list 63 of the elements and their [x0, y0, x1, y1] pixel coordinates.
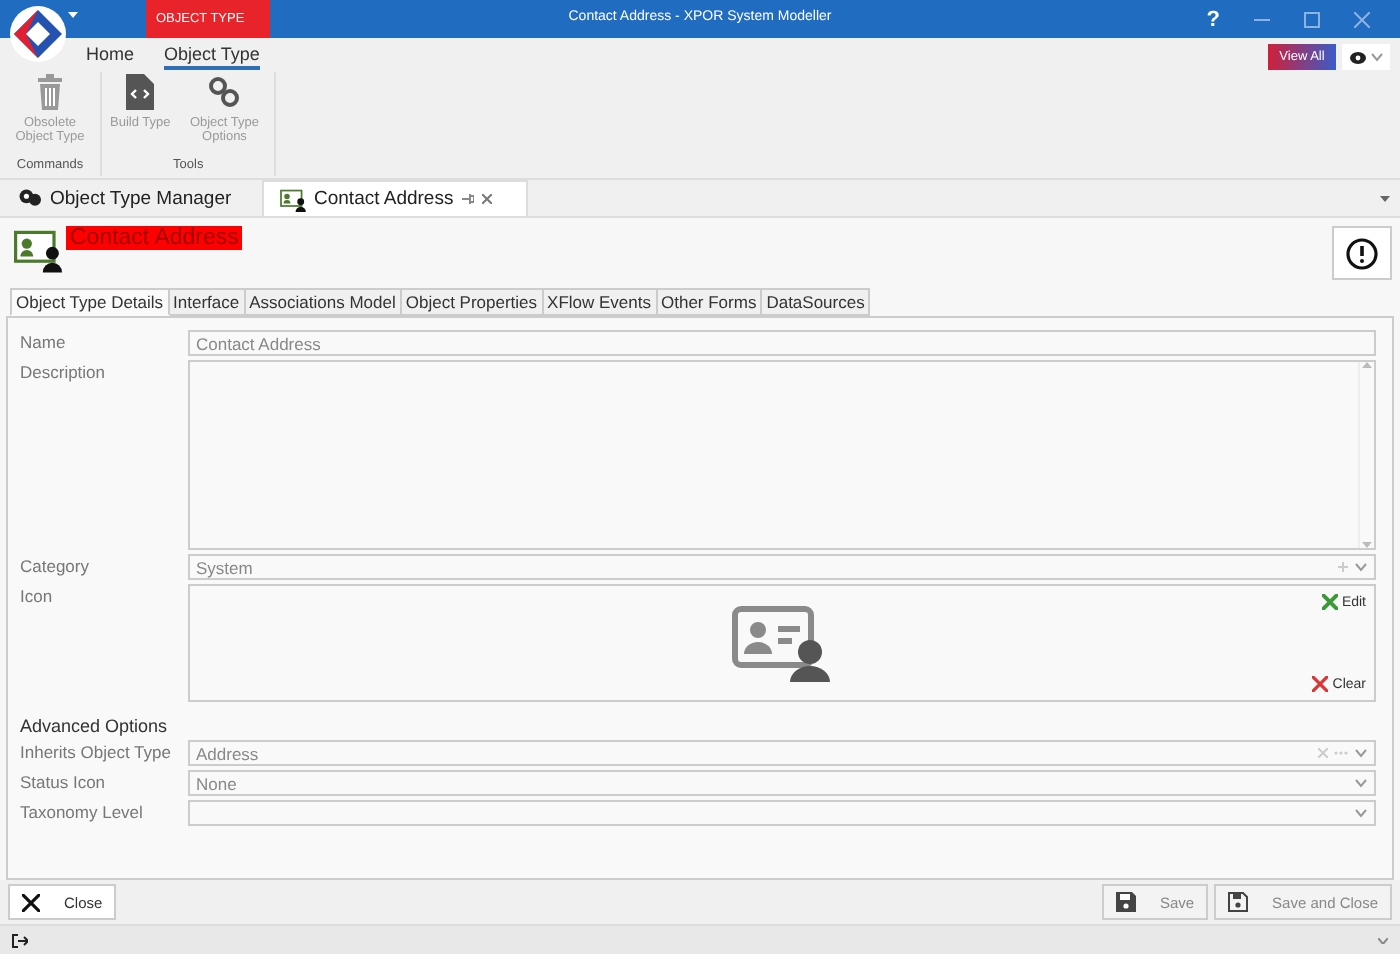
dropdown-caret-icon[interactable]: [1354, 808, 1368, 818]
form-tab[interactable]: Object Type Details: [10, 288, 170, 316]
field-value: Contact Address: [196, 333, 323, 353]
ellipsis-icon[interactable]: [1334, 750, 1348, 756]
help-button[interactable]: ?: [1206, 7, 1220, 31]
field-label: Inherits Object Type: [20, 740, 173, 762]
field-label: Description: [20, 360, 108, 382]
field-label: Name: [20, 330, 68, 352]
scroll-up-icon[interactable]: [1362, 362, 1372, 368]
close-icon: [22, 893, 40, 911]
field-label: Taxonomy Level: [20, 800, 145, 822]
field-label: Icon: [20, 584, 55, 606]
exclamation-icon: [1346, 237, 1378, 269]
clear-icon[interactable]: [1318, 748, 1328, 758]
clear-icon: [1312, 676, 1329, 692]
dropdown-caret-icon[interactable]: [1380, 195, 1390, 201]
section-title: Advanced Options: [20, 716, 170, 736]
code-file-icon: [122, 74, 159, 110]
form-tab[interactable]: Object Properties: [401, 288, 544, 316]
form-tab[interactable]: XFlow Events: [543, 288, 657, 316]
save-icon: [1228, 892, 1249, 912]
contact-card-icon: [14, 226, 62, 274]
object-title: Contact Address: [66, 226, 243, 250]
pin-icon[interactable]: [461, 194, 474, 204]
sign-out-icon[interactable]: [12, 933, 28, 947]
description-field[interactable]: [188, 360, 1376, 550]
view-options-button[interactable]: [1342, 44, 1390, 70]
close-icon[interactable]: [481, 194, 492, 204]
trash-icon: [32, 74, 68, 110]
ribbon-tab[interactable]: Object Type: [164, 41, 260, 69]
field-label: Category: [20, 554, 91, 576]
contact-card-icon: [280, 187, 306, 211]
combo-field[interactable]: [188, 800, 1376, 826]
dropdown-caret-icon[interactable]: [68, 12, 78, 18]
document-tab[interactable]: Object Type Manager: [0, 180, 262, 216]
field-label: Status Icon: [20, 770, 108, 792]
contact-card-icon: [732, 605, 832, 681]
gears-icon: [206, 74, 243, 110]
field-value: None: [196, 773, 239, 793]
add-icon[interactable]: [1338, 562, 1348, 572]
form-tab[interactable]: Interface: [169, 288, 246, 316]
gears-icon: [16, 186, 42, 210]
field-value: System: [196, 557, 255, 577]
caret-icon[interactable]: [1369, 52, 1383, 62]
dropdown-caret-icon[interactable]: [1354, 778, 1368, 788]
dropdown-caret-icon[interactable]: [1378, 937, 1388, 943]
dropdown-caret-icon[interactable]: [1354, 748, 1368, 758]
maximize-icon[interactable]: [1304, 11, 1320, 27]
tab-label: Contact Address: [314, 188, 454, 210]
close-icon[interactable]: [1354, 11, 1370, 27]
form-tab[interactable]: Other Forms: [657, 288, 763, 316]
dropdown-caret-icon[interactable]: [1354, 562, 1368, 572]
save-icon: [1115, 892, 1136, 912]
field-value: Address: [196, 743, 261, 763]
form-tab[interactable]: Associations Model: [245, 288, 402, 316]
document-tab[interactable]: Contact Address: [262, 180, 528, 216]
form-tab[interactable]: DataSources: [762, 288, 871, 316]
warning-button[interactable]: [1332, 226, 1392, 280]
scroll-down-icon[interactable]: [1362, 542, 1372, 548]
eye-icon: [1349, 51, 1365, 63]
ribbon-tab[interactable]: Home: [86, 41, 135, 69]
edit-icon: [1321, 594, 1338, 610]
tab-label: Object Type Manager: [50, 187, 232, 209]
